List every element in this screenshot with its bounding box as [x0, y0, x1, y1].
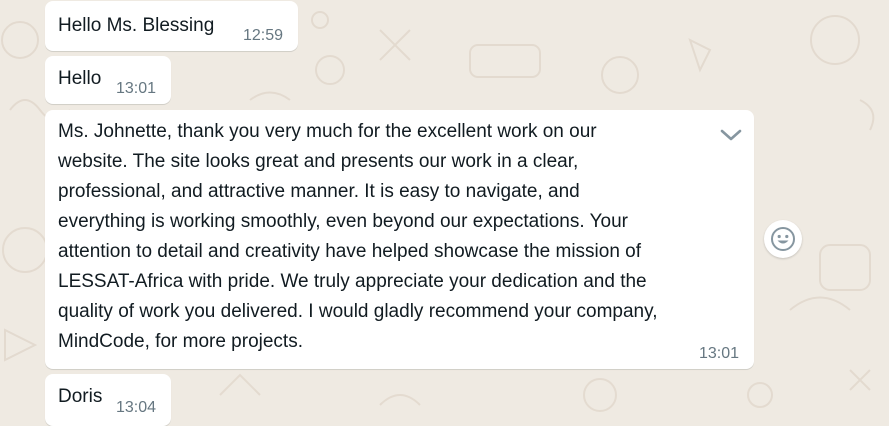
message-time: 13:04: [116, 399, 157, 416]
message-line: quality of work you delivered. I would g…: [58, 301, 658, 322]
message-bubble-3[interactable]: Ms. Johnette, thank you very much for th…: [45, 110, 754, 369]
chevron-down-icon[interactable]: [720, 128, 742, 142]
message-text: Hello Ms. Blessing: [58, 15, 215, 36]
message-time: 12:59: [243, 27, 284, 44]
reaction-button[interactable]: [764, 220, 802, 258]
message-bubble-4[interactable]: Doris 13:04: [45, 374, 171, 426]
message-line: everything is working smoothly, even bey…: [58, 211, 628, 232]
message-time: 13:01: [116, 80, 157, 97]
message-line: website. The site looks great and presen…: [58, 151, 579, 172]
smiley-icon: [771, 227, 795, 251]
message-text: Doris: [58, 386, 103, 407]
message-line: professional, and attractive manner. It …: [58, 181, 580, 202]
message-line: LESSAT-Africa with pride. We truly appre…: [58, 271, 647, 292]
message-bubble-2[interactable]: Hello 13:01: [45, 56, 171, 104]
message-time: 13:01: [699, 345, 740, 362]
message-line: attention to detail and creativity have …: [58, 241, 642, 262]
message-line: MindCode, for more projects.: [58, 331, 303, 352]
message-bubble-1[interactable]: Hello Ms. Blessing 12:59: [45, 1, 298, 51]
message-text: Hello: [58, 68, 102, 89]
message-line: Ms. Johnette, thank you very much for th…: [58, 121, 597, 142]
message-text: Ms. Johnette, thank you very much for th…: [58, 117, 658, 357]
